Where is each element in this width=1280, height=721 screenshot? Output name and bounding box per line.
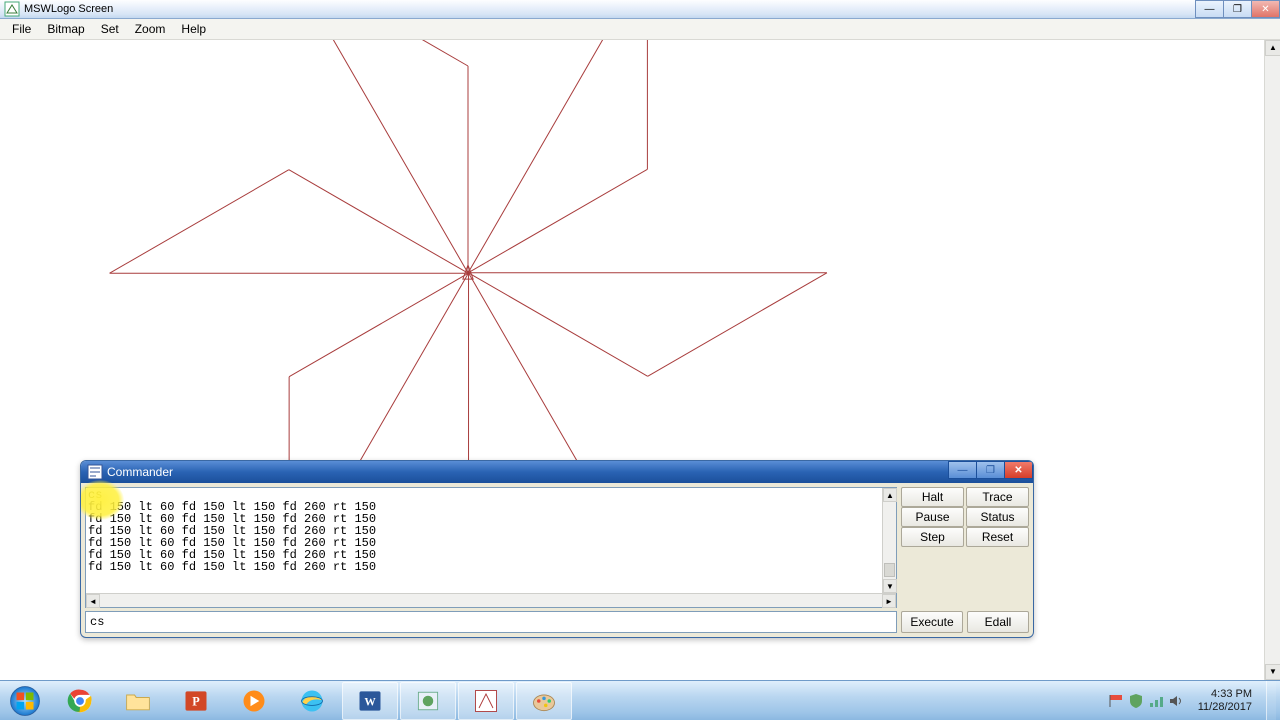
taskbar-explorer[interactable] [110,682,166,720]
commander-window: Commander — ❐ ✕ cs fd 150 lt 60 fd 150 l… [80,460,1034,638]
pause-button[interactable]: Pause [901,507,964,527]
svg-text:W: W [364,696,376,708]
taskbar-app1[interactable] [400,682,456,720]
window-title: MSWLogo Screen [24,3,113,15]
commander-title: Commander [107,465,173,479]
menu-set[interactable]: Set [93,20,127,38]
halt-button[interactable]: Halt [901,487,964,507]
scroll-right-arrow-icon[interactable]: ► [882,594,896,608]
minimize-button[interactable]: — [1195,0,1224,18]
status-button[interactable]: Status [966,507,1029,527]
commander-icon [87,464,103,480]
tray-network-icon[interactable] [1148,693,1164,709]
scroll-up-arrow-icon[interactable]: ▲ [1265,40,1280,56]
step-button[interactable]: Step [901,527,964,547]
taskbar-paint[interactable] [516,682,572,720]
start-button[interactable] [0,681,50,721]
window-controls: — ❐ ✕ [1196,0,1280,18]
scroll-left-arrow-icon[interactable]: ◄ [86,594,100,608]
menu-bitmap[interactable]: Bitmap [39,20,92,38]
commander-side-buttons: Halt Trace Pause Status Step Reset [901,487,1029,608]
commander-maximize-button[interactable]: ❐ [976,461,1005,479]
history-text[interactable]: cs fd 150 lt 60 fd 150 lt 150 fd 260 rt … [86,488,896,593]
trace-button[interactable]: Trace [966,487,1029,507]
menu-help[interactable]: Help [173,20,214,38]
clock-date: 11/28/2017 [1198,701,1252,714]
svg-text:P: P [192,694,200,708]
maximize-button[interactable]: ❐ [1223,0,1252,18]
scroll-thumb[interactable] [884,563,895,577]
taskbar-word[interactable]: W [342,682,398,720]
taskbar-mediaplayer[interactable] [226,682,282,720]
menu-bar: File Bitmap Set Zoom Help [0,19,1280,40]
commander-close-button[interactable]: ✕ [1004,461,1033,479]
commander-title-bar[interactable]: Commander — ❐ ✕ [81,461,1033,483]
taskbar-mswlogo[interactable] [458,682,514,720]
menu-file[interactable]: File [4,20,39,38]
taskbar-chrome[interactable] [52,682,108,720]
tray-volume-icon[interactable] [1168,693,1184,709]
edall-button[interactable]: Edall [967,611,1029,633]
taskbar-ie[interactable] [284,682,340,720]
scroll-down-arrow-icon[interactable]: ▼ [1265,664,1280,680]
show-desktop-button[interactable] [1266,681,1276,721]
title-bar: MSWLogo Screen — ❐ ✕ [0,0,1280,19]
taskbar-apps: P W [52,681,572,720]
command-input[interactable] [85,611,897,633]
scroll-down-arrow-icon[interactable]: ▼ [883,579,897,593]
commander-minimize-button[interactable]: — [948,461,977,479]
history-vertical-scrollbar[interactable]: ▲ ▼ [882,488,896,593]
clock-time: 4:33 PM [1198,688,1252,701]
canvas-vertical-scrollbar[interactable]: ▲ ▼ [1264,40,1280,680]
taskbar: P W 4:33 PM 11/28/2017 [0,680,1280,720]
taskbar-powerpoint[interactable]: P [168,682,224,720]
execute-button[interactable]: Execute [901,611,963,633]
history-horizontal-scrollbar[interactable]: ◄ ► [86,593,896,607]
command-history[interactable]: cs fd 150 lt 60 fd 150 lt 150 fd 260 rt … [85,487,897,608]
tray-shield-icon[interactable] [1128,693,1144,709]
system-tray: 4:33 PM 11/28/2017 [1108,681,1280,720]
app-icon [4,1,20,17]
commander-body: cs fd 150 lt 60 fd 150 lt 150 fd 260 rt … [81,483,1033,637]
menu-zoom[interactable]: Zoom [127,20,174,38]
taskbar-clock[interactable]: 4:33 PM 11/28/2017 [1192,688,1258,714]
scroll-up-arrow-icon[interactable]: ▲ [883,488,897,502]
close-button[interactable]: ✕ [1251,0,1280,18]
reset-button[interactable]: Reset [966,527,1029,547]
tray-flag-icon[interactable] [1108,693,1124,709]
